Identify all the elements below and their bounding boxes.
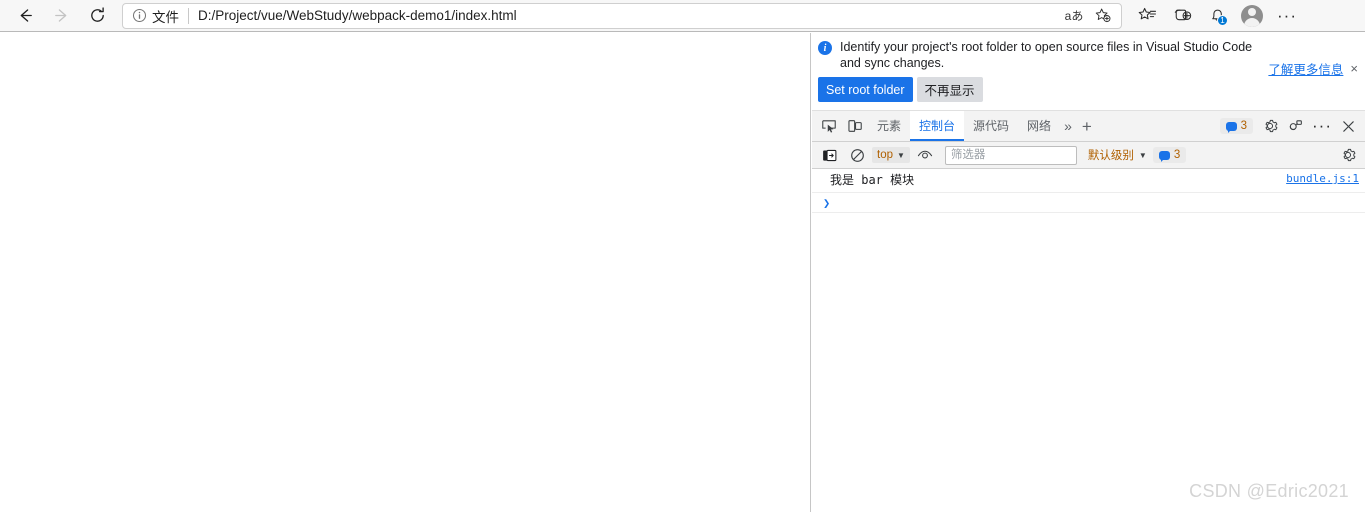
omnibox-actions: aあ	[1061, 5, 1115, 27]
add-favorite-button[interactable]	[1089, 5, 1115, 27]
address-bar-url[interactable]: D:/Project/vue/WebStudy/webpack-demo1/in…	[198, 8, 1061, 23]
devtools-close-button[interactable]	[1335, 113, 1361, 139]
back-button[interactable]	[8, 2, 42, 30]
live-expression-button[interactable]	[912, 142, 938, 168]
device-toolbar-icon	[848, 120, 862, 132]
console-message-text: 我是 bar 模块	[830, 173, 915, 187]
set-root-folder-button[interactable]: Set root folder	[818, 77, 913, 102]
more-options-icon: ···	[1277, 5, 1297, 25]
infobar-actions: 了解更多信息 ×	[1268, 59, 1359, 78]
console-sidebar-icon	[822, 149, 836, 161]
omnibox-separator	[188, 7, 189, 24]
chevron-down-icon: ▼	[897, 150, 905, 160]
inspect-element-button[interactable]	[816, 113, 842, 139]
browser-essentials-button[interactable]	[1165, 2, 1199, 30]
gear-icon	[1265, 119, 1278, 133]
console-issues-count: 3	[1173, 149, 1181, 161]
devtools-panel: i Identify your project's root folder to…	[812, 33, 1365, 512]
browser-toolbar: 文件 D:/Project/vue/WebStudy/webpack-demo1…	[0, 0, 1365, 32]
tab-sources[interactable]: 源代码	[964, 111, 1018, 141]
issues-badge[interactable]: 3	[1219, 118, 1253, 134]
dock-icon	[1289, 120, 1302, 131]
site-info-icon[interactable]	[129, 6, 149, 26]
info-icon: i	[818, 41, 832, 55]
forward-button[interactable]	[44, 2, 78, 30]
console-prompt-row[interactable]: ❯	[812, 193, 1365, 213]
forward-arrow-icon	[54, 9, 66, 22]
devtools-tabbar: 元素 控制台 源代码 网络 » + 3 ···	[812, 111, 1365, 142]
console-prompt-input[interactable]	[830, 195, 1359, 210]
profile-button[interactable]	[1235, 2, 1269, 30]
browser-settings-button[interactable]: ···	[1270, 2, 1304, 30]
prompt-chevron-icon: ❯	[823, 195, 831, 210]
browser-toolbar-actions: 1 ···	[1130, 2, 1304, 30]
dock-position-button[interactable]	[1283, 113, 1309, 139]
console-settings-button[interactable]	[1335, 142, 1361, 168]
console-sidebar-button[interactable]	[816, 142, 842, 168]
reload-button[interactable]	[80, 2, 114, 30]
infobar-buttons: Set root folder 不再显示	[818, 77, 1359, 102]
tab-elements[interactable]: 元素	[868, 111, 910, 141]
issues-bubble-icon	[1225, 121, 1237, 133]
tab-console[interactable]: 控制台	[910, 111, 965, 141]
notifications-button[interactable]: 1	[1200, 2, 1234, 30]
dont-show-again-button[interactable]: 不再显示	[916, 77, 983, 102]
navigation-buttons	[0, 2, 114, 30]
more-tabs-button[interactable]: »	[1060, 118, 1076, 134]
console-output[interactable]: 我是 bar 模块 bundle.js:1 ❯	[812, 169, 1365, 512]
read-aloud-label: aあ	[1064, 9, 1084, 23]
web-page-viewport[interactable]	[0, 33, 811, 512]
avatar	[1241, 4, 1263, 27]
learn-more-link[interactable]: 了解更多信息	[1268, 59, 1343, 78]
gear-icon	[1343, 148, 1356, 162]
eye-icon	[917, 150, 933, 159]
console-message-source[interactable]: bundle.js:1	[1286, 172, 1359, 185]
collections-icon	[1138, 7, 1156, 20]
console-message-row[interactable]: 我是 bar 模块 bundle.js:1	[812, 169, 1365, 193]
read-aloud-button[interactable]: aあ	[1061, 5, 1087, 27]
infobar-message: Identify your project's root folder to o…	[840, 40, 1253, 70]
reload-icon	[90, 7, 104, 22]
collections-button[interactable]	[1130, 2, 1164, 30]
add-tab-button[interactable]: +	[1076, 118, 1098, 135]
devtools-more-icon: ···	[1312, 116, 1332, 135]
file-scheme-label: 文件	[152, 9, 179, 25]
close-icon	[1342, 120, 1354, 132]
tab-network[interactable]: 网络	[1018, 111, 1060, 141]
inspect-element-icon	[822, 120, 836, 133]
devtools-settings-button[interactable]	[1257, 113, 1283, 139]
console-toolbar: top ▼ 默认级别 ▼ 3	[812, 142, 1365, 169]
device-toolbar-button[interactable]	[842, 113, 868, 139]
back-arrow-icon	[20, 9, 32, 22]
console-level-selector[interactable]: 默认级别 ▼	[1084, 145, 1151, 165]
issues-count: 3	[1240, 120, 1247, 132]
devtools-more-button[interactable]: ···	[1309, 113, 1335, 139]
execution-context-label: top	[877, 149, 893, 161]
execution-context-selector[interactable]: top ▼	[872, 147, 910, 163]
console-level-label: 默认级别	[1087, 150, 1134, 162]
address-bar[interactable]: 文件 D:/Project/vue/WebStudy/webpack-demo1…	[122, 2, 1122, 29]
close-icon[interactable]: ×	[1349, 62, 1359, 75]
chevron-down-icon: ▼	[1138, 150, 1147, 160]
console-issues-badge[interactable]: 3	[1152, 147, 1187, 163]
clear-console-button[interactable]	[844, 142, 870, 168]
notification-badge: 1	[1217, 14, 1228, 26]
issues-bubble-icon	[1158, 150, 1170, 162]
clear-console-icon	[850, 148, 864, 162]
devtools-infobar: i Identify your project's root folder to…	[812, 33, 1365, 111]
star-plus-icon	[1095, 8, 1110, 23]
console-filter-input[interactable]	[944, 145, 1077, 165]
browser-essentials-icon	[1174, 9, 1191, 21]
